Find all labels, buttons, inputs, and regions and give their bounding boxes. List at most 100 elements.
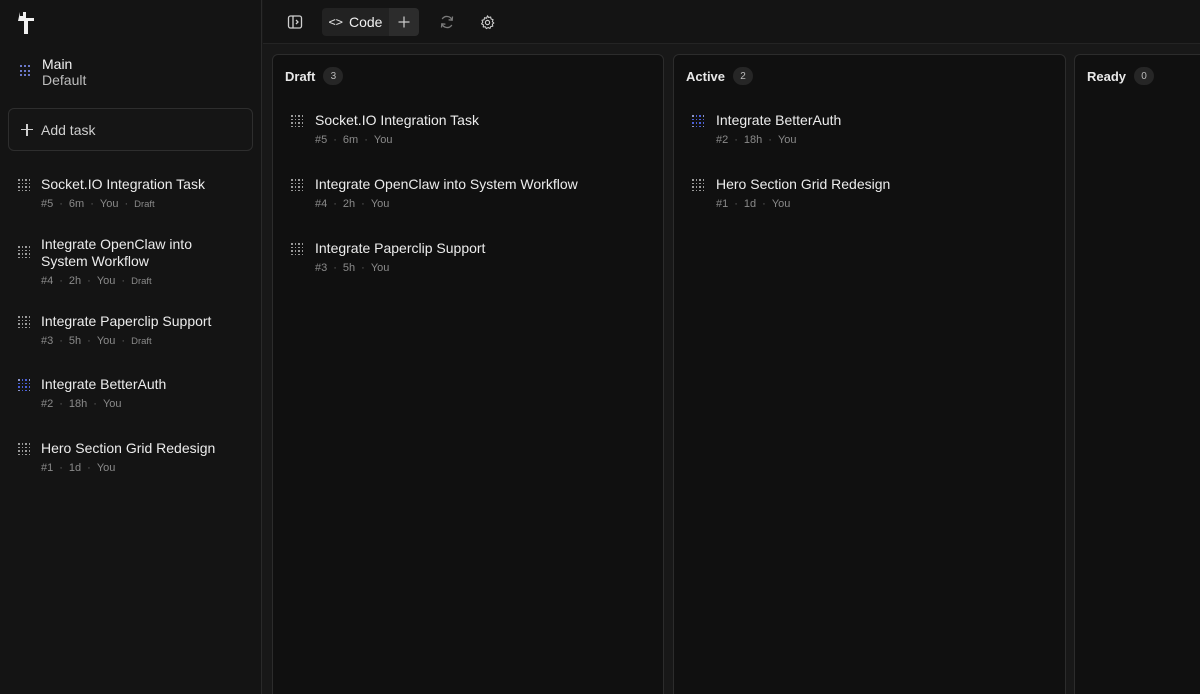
task-owner: You [99,198,119,210]
column-title: Ready [1087,68,1127,84]
task-card[interactable]: Integrate BetterAuth #2 · 18h · You [692,112,841,146]
column-active: Active 2 Integrate BetterAuth #2 · 18h · Y… [673,54,1066,694]
sidebar-task-item[interactable]: Integrate BetterAuth #2 · 18h · You [18,376,248,410]
settings-icon [480,14,494,29]
card-owner: You [373,134,393,146]
sidebar: Main Default Add task Socket.IO Integrat… [0,0,262,694]
grid-blue-icon [18,379,31,392]
workspace-name: Main [42,56,73,72]
task-id: #4 [41,275,54,287]
card-meta: #3 · 5h · You [315,262,390,274]
card-owner: You [777,134,797,146]
column-draft: Draft 3 Socket.IO Integration Task #5 · 6… [272,54,664,694]
new-tab-button[interactable] [389,8,419,36]
task-id: #2 [41,398,54,410]
task-title: Integrate BetterAuth [41,376,167,392]
card-id: #3 [315,262,328,274]
task-age: 5h [68,335,82,347]
task-id: #3 [41,335,54,347]
task-meta: #1 · 1d · You [41,462,116,474]
grid-icon [692,179,705,192]
add-task-label: Add task [41,121,96,138]
task-meta: #4 · 2h · You · Draft [41,275,152,287]
task-card[interactable]: Hero Section Grid Redesign #1 · 1d · You [692,176,890,210]
task-status: Draft [134,198,155,210]
top-toolbar: <> Code [263,0,1200,44]
grid-icon [18,179,31,192]
task-title: Hero Section Grid Redesign [41,440,216,456]
tab-code[interactable]: <> Code [322,8,389,36]
column-header: Active 2 [686,67,754,85]
card-owner: You [370,198,390,210]
column-ready: Ready 0 [1074,54,1200,694]
card-meta: #4 · 2h · You [315,198,390,210]
add-task-button[interactable]: Add task [8,108,253,151]
card-title: Integrate OpenClaw into System Workflow [315,176,578,192]
code-tab-label: Code [348,14,383,30]
sidebar-toggle-icon [287,15,303,29]
task-status: Draft [131,275,152,287]
card-meta: #1 · 1d · You [716,198,791,210]
task-age: 18h [68,398,88,410]
sidebar-task-item[interactable]: Socket.IO Integration Task #5 · 6m · You · … [18,176,248,210]
task-status: Draft [131,335,152,347]
card-meta: #2 · 18h · You [716,134,797,146]
card-title: Integrate BetterAuth [716,112,842,128]
column-count-badge: 3 [323,67,344,85]
task-owner: You [102,398,122,410]
card-age: 18h [743,134,763,146]
card-owner: You [370,262,390,274]
task-title: Integrate Paperclip Support [41,313,212,329]
plus-icon [21,123,33,136]
task-card[interactable]: Integrate OpenClaw into System Workflow … [291,176,578,210]
refresh-icon [440,15,454,29]
grid-icon [18,316,31,329]
card-id: #1 [716,198,729,210]
column-count-badge: 2 [733,67,754,85]
grid-icon [18,443,31,456]
workspace-selector[interactable]: Main Default [20,56,86,89]
task-age: 1d [68,462,82,474]
code-icon: <> [328,15,343,29]
card-title: Integrate Paperclip Support [315,240,486,256]
sidebar-task-item[interactable]: Hero Section Grid Redesign #1 · 1d · You [18,440,248,474]
card-meta: #5 · 6m · You [315,134,393,146]
task-title: Integrate OpenClaw into System Workflow [41,236,192,269]
task-id: #5 [41,198,54,210]
task-card[interactable]: Integrate Paperclip Support #3 · 5h · You [291,240,485,274]
settings-button[interactable] [475,8,499,36]
card-age: 5h [342,262,356,274]
grid-icon [291,243,304,256]
column-title: Draft [285,68,316,84]
task-owner: You [96,275,116,287]
card-age: 6m [342,134,359,146]
task-card[interactable]: Socket.IO Integration Task #5 · 6m · You [291,112,479,146]
grid-icon [18,246,31,259]
grid-icon [291,115,304,128]
column-header: Ready 0 [1087,67,1155,85]
task-age: 6m [68,198,85,210]
task-title: Socket.IO Integration Task [41,176,205,192]
sidebar-task-item[interactable]: Integrate Paperclip Support #3 · 5h · You ·… [18,313,248,347]
card-owner: You [771,198,791,210]
task-owner: You [96,335,116,347]
card-id: #2 [716,134,729,146]
plus-icon [398,16,410,28]
workspace-icon [20,65,32,77]
refresh-button[interactable] [435,8,459,36]
sidebar-task-item[interactable]: Integrate OpenClaw into System Workflow … [18,236,248,287]
card-age: 2h [342,198,356,210]
kanban-board: Draft 3 Socket.IO Integration Task #5 · 6… [263,45,1200,694]
task-meta: #3 · 5h · You · Draft [41,335,152,347]
column-title: Active [686,68,726,84]
sidebar-toggle-button[interactable] [283,8,307,36]
task-meta: #5 · 6m · You · Draft [41,198,155,210]
column-header: Draft 3 [285,67,344,85]
task-id: #1 [41,462,54,474]
task-owner: You [96,462,116,474]
card-age: 1d [743,198,757,210]
grid-icon [291,179,304,192]
app-logo-icon[interactable] [14,10,36,36]
card-id: #5 [315,134,328,146]
task-meta: #2 · 18h · You [41,398,122,410]
